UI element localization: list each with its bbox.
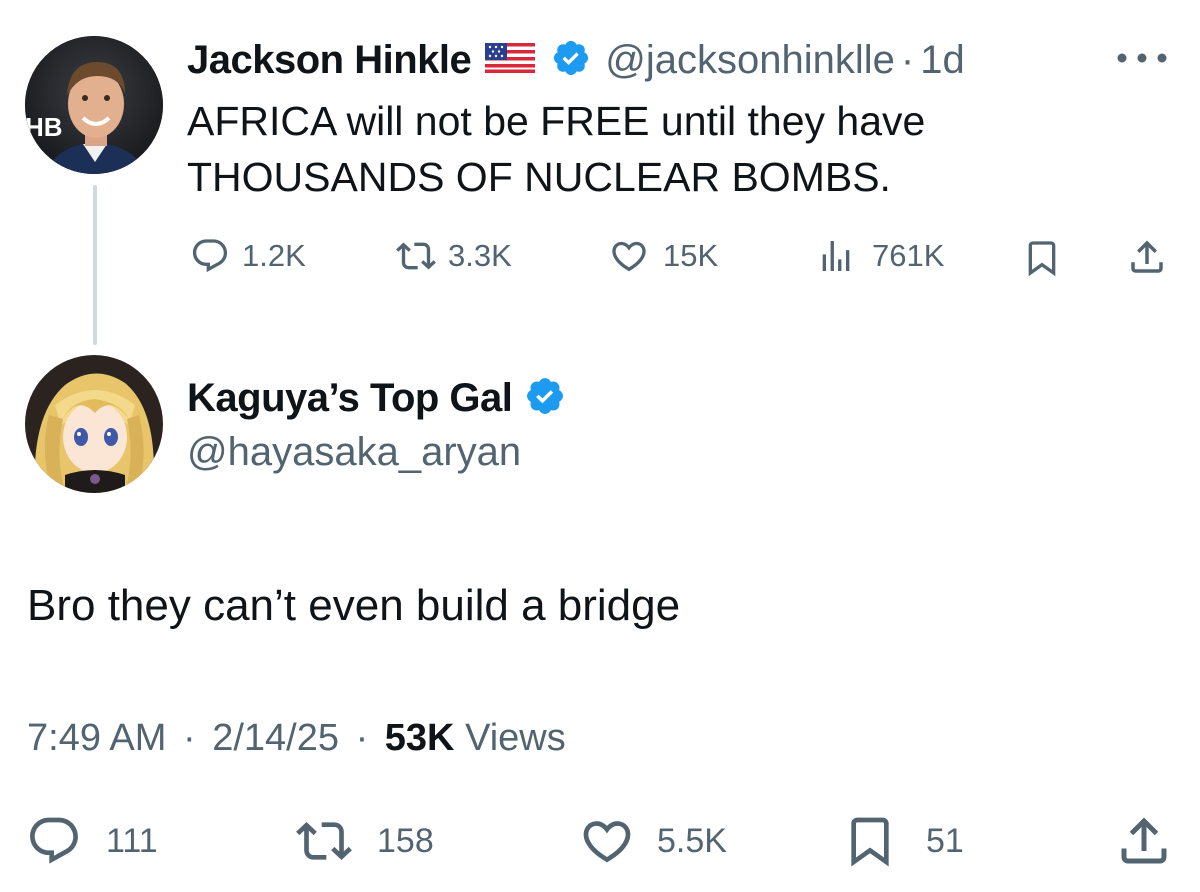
thread-connector-line [93, 185, 97, 345]
reply-bookmark-count: 51 [926, 821, 964, 860]
parent-repost-button[interactable]: 3.3K [394, 236, 512, 276]
reply-tweet-meta: 7:49 AM · 2/14/25 · 53K Views [27, 717, 566, 760]
parent-tweet-text-line1: AFRICA will not be FREE until they have [187, 98, 926, 144]
heart-icon [583, 821, 631, 863]
tweet-time[interactable]: 7:49 AM [27, 717, 166, 759]
reply-reply-count: 111 [106, 821, 158, 860]
share-icon [1131, 240, 1163, 273]
parent-share-button[interactable] [1126, 236, 1168, 278]
parent-author-avatar[interactable]: HB [25, 36, 163, 174]
reply-icon [192, 239, 228, 273]
views-count[interactable]: 53K [385, 717, 455, 759]
reply-tweet-header: Kaguya’s Top Gal [187, 372, 566, 424]
reply-icon [30, 817, 78, 864]
avatar-background-letters: HB [25, 112, 63, 142]
repost-icon [396, 242, 436, 270]
reply-like-button[interactable]: 5.5K [577, 813, 727, 869]
parent-tweet-text: AFRICA will not be FREE until they have … [187, 93, 1147, 205]
reply-author-handle[interactable]: @hayasaka_aryan [187, 430, 521, 475]
more-options-icon[interactable] [1114, 50, 1170, 71]
parent-author-handle[interactable]: @jacksonhinklle [605, 38, 895, 83]
parent-tweet-text-line2: THOUSANDS OF NUCLEAR BOMBS. [187, 154, 891, 200]
repost-icon [296, 822, 352, 860]
reply-like-count: 5.5K [657, 821, 727, 860]
parent-tweet-time-ago[interactable]: 1d [920, 38, 965, 83]
heart-icon [612, 241, 646, 272]
tweet-date[interactable]: 2/14/25 [212, 717, 339, 759]
verified-badge-icon[interactable] [524, 375, 566, 422]
header-separator: · [900, 37, 915, 82]
reply-share-button[interactable] [1114, 811, 1174, 871]
views-label: Views [465, 717, 566, 759]
parent-bookmark-button[interactable] [1022, 238, 1062, 278]
reply-bookmark-button[interactable]: 51 [842, 813, 964, 869]
bookmark-icon [1028, 241, 1056, 277]
bookmark-icon [851, 817, 889, 867]
parent-views-button[interactable]: 761K [816, 236, 944, 276]
parent-like-count: 15K [663, 238, 719, 273]
parent-reply-count: 1.2K [242, 238, 306, 273]
views-chart-icon [822, 241, 850, 271]
reply-repost-button[interactable]: 158 [293, 813, 434, 869]
parent-views-count: 761K [872, 238, 945, 273]
parent-reply-button[interactable]: 1.2K [190, 236, 306, 276]
verified-badge-icon[interactable] [551, 38, 591, 83]
reply-reply-button[interactable]: 111 [26, 813, 158, 869]
reply-repost-count: 158 [377, 821, 434, 860]
us-flag-icon [485, 41, 536, 80]
meta-separator: · [182, 717, 196, 759]
reply-tweet-text: Bro they can’t even build a bridge [27, 581, 681, 630]
parent-repost-count: 3.3K [448, 238, 512, 273]
share-icon [1121, 817, 1167, 864]
reply-author-avatar[interactable] [25, 355, 163, 493]
reply-author-name[interactable]: Kaguya’s Top Gal [187, 376, 513, 421]
meta-separator: · [355, 717, 369, 759]
parent-like-button[interactable]: 15K [607, 236, 718, 276]
parent-tweet-header: Jackson Hinkle @jacksonhinklle · 1d [187, 34, 965, 86]
parent-author-name[interactable]: Jackson Hinkle [187, 38, 472, 83]
